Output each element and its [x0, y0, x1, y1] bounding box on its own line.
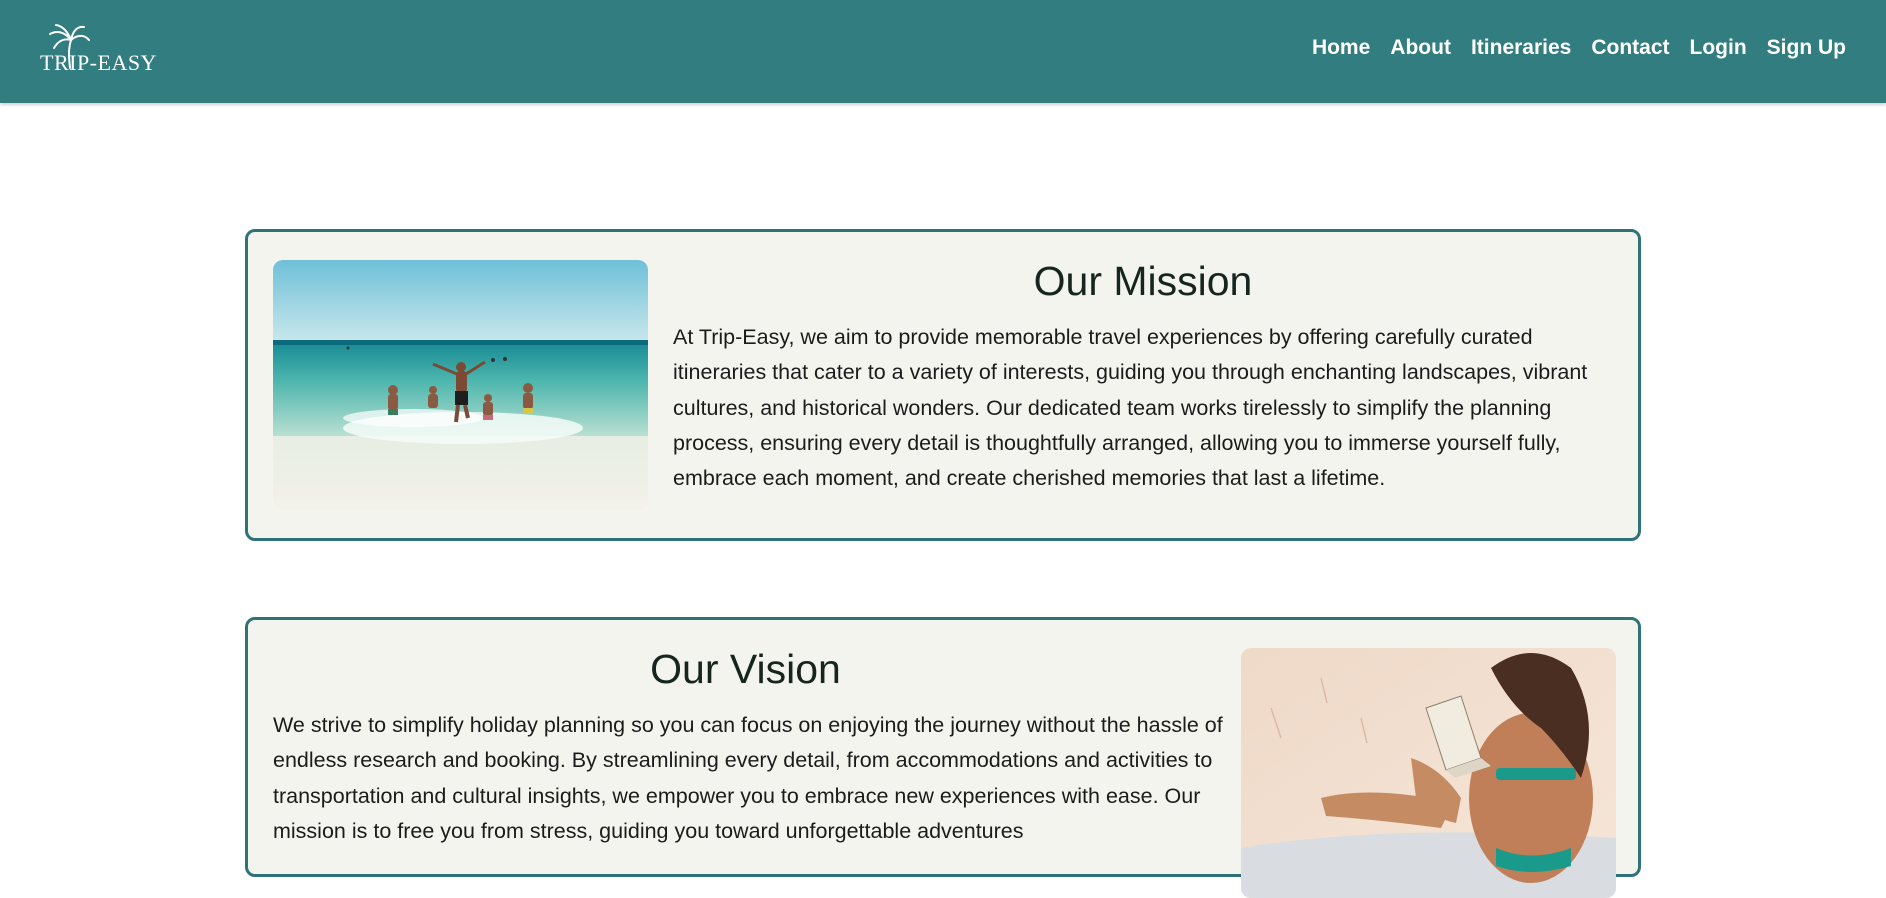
site-logo[interactable]: TRIP-EASY	[40, 24, 160, 75]
nav-itineraries[interactable]: Itineraries	[1471, 36, 1571, 60]
nav-home[interactable]: Home	[1312, 36, 1370, 60]
vision-text: We strive to simplify holiday planning s…	[273, 713, 1223, 843]
nav-sign-up[interactable]: Sign Up	[1767, 36, 1846, 60]
nav-contact[interactable]: Contact	[1591, 36, 1669, 60]
vision-title: Our Vision	[650, 646, 841, 692]
vision-card: Our Vision We strive to simplify holiday…	[245, 617, 1641, 898]
mission-title: Our Mission	[1033, 258, 1253, 304]
site-header: TRIP-EASY Home About Itineraries Contact…	[0, 0, 1886, 103]
mission-text: At Trip-Easy, we aim to provide memorabl…	[673, 325, 1588, 491]
beach-reading-photo	[1241, 648, 1616, 898]
nav-about[interactable]: About	[1390, 36, 1451, 60]
mission-card: Our Mission At Trip-Easy, we aim to prov…	[245, 229, 1641, 541]
beach-running-photo	[273, 260, 648, 510]
logo-text: TRIP-EASY	[40, 50, 157, 75]
main-nav: Home About Itineraries Contact Login Sig…	[1312, 36, 1846, 60]
nav-login[interactable]: Login	[1690, 36, 1747, 60]
